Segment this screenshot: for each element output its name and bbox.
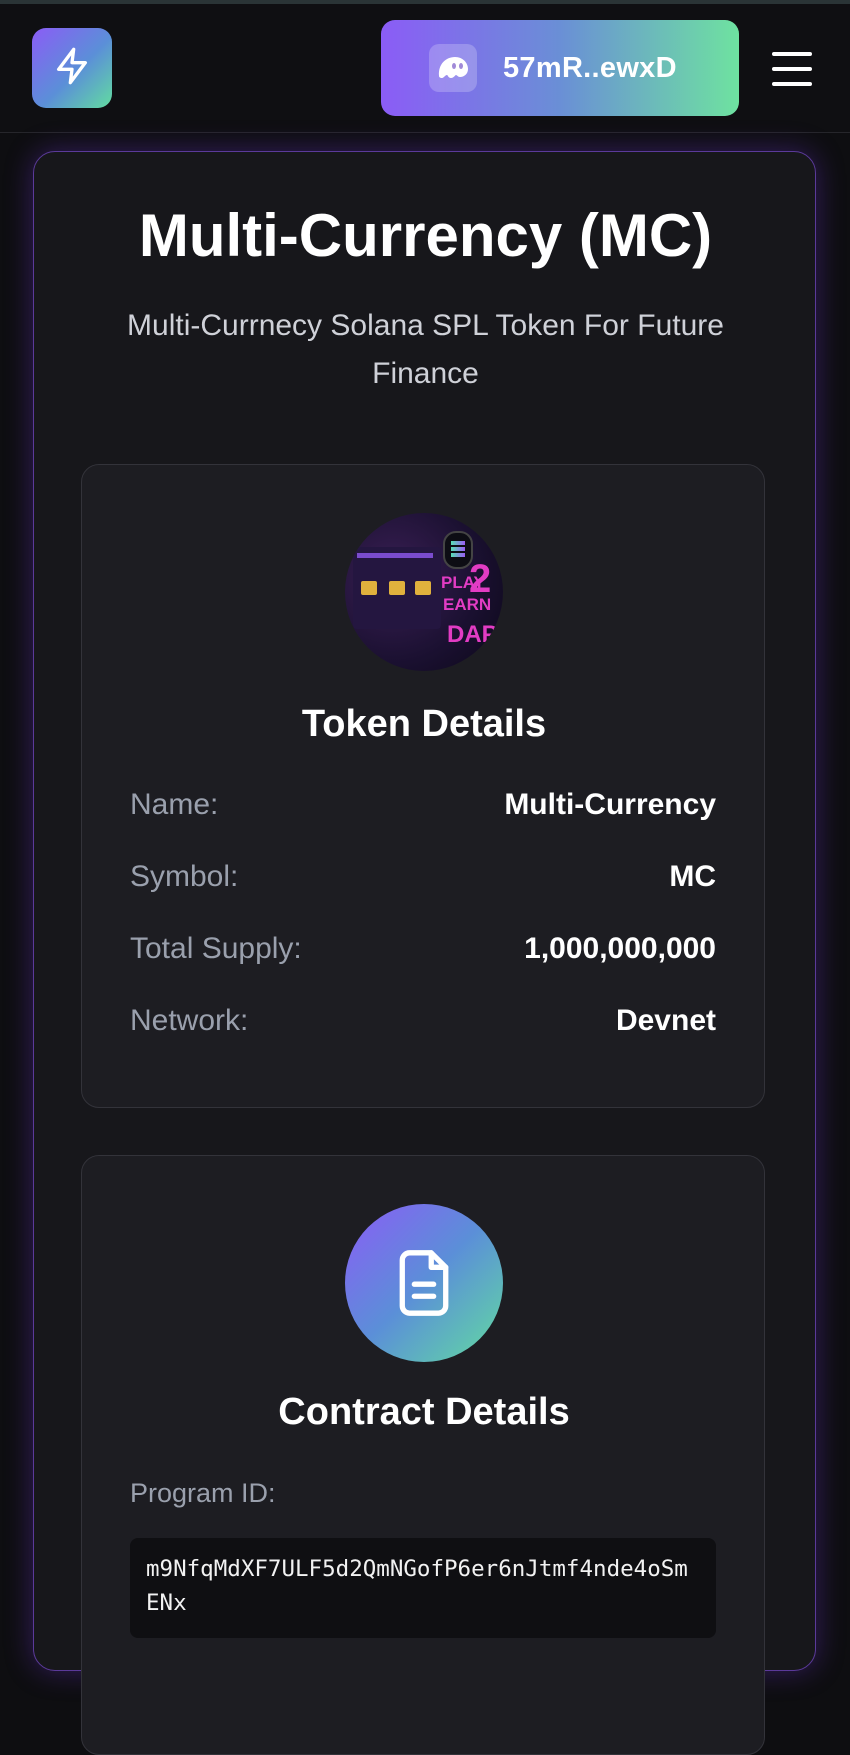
detail-row-symbol: Symbol: MC [130,857,716,897]
menu-line [772,82,812,86]
detail-label: Network: [130,1004,249,1037]
logo-button[interactable] [32,28,112,108]
detail-label: Total Supply: [130,932,302,965]
token-image-tile [415,581,431,595]
page-subtitle: Multi-Currnecy Solana SPL Token For Futu… [127,309,724,390]
document-icon [345,1204,503,1362]
detail-row-network: Network: Devnet [130,1001,716,1041]
detail-label: Name: [130,788,219,821]
token-image-text: EARN [443,595,492,614]
token-image-tile [361,581,377,595]
token-image-text: DAPP [447,621,503,648]
wallet-button[interactable]: 57mR..ewxD [381,20,739,116]
token-image-bar [357,553,433,558]
token-card: Multi-Currency (MC) Multi-Currnecy Solan… [33,151,816,1755]
menu-line [772,67,812,71]
phantom-ghost-icon [429,44,477,92]
page-title: Multi-Currency (MC) [138,202,713,269]
detail-value: Multi-Currency [504,788,716,821]
detail-value: MC [669,860,716,893]
hamburger-menu-icon[interactable] [772,52,812,86]
wallet-address: 57mR..ewxD [503,51,677,84]
menu-line [772,52,812,56]
program-id-label: Program ID: [130,1478,276,1508]
detail-value: 1,000,000,000 [524,932,716,965]
token-details-title: Token Details [301,703,547,745]
app-header: 57mR..ewxD [0,4,850,133]
detail-row-total-supply: Total Supply: 1,000,000,000 [130,929,716,969]
lightning-bolt-icon [52,44,92,93]
detail-label: Symbol: [130,860,239,893]
contract-details-panel: Contract Details Program ID: m9NfqMdXF7U… [81,1155,765,1755]
token-logo-image: PLAY 2 EARN DAPP [345,513,503,671]
program-id-value[interactable]: m9NfqMdXF7ULF5d2QmNGofP6er6nJtmf4nde4oSm… [130,1538,716,1638]
token-image-tile [389,581,405,595]
contract-details-title: Contract Details [278,1391,570,1433]
detail-value: Devnet [615,1004,716,1037]
token-details-panel: PLAY 2 EARN DAPP Token Details Name: Mul… [81,464,765,1108]
detail-row-name: Name: Multi-Currency [130,785,716,825]
